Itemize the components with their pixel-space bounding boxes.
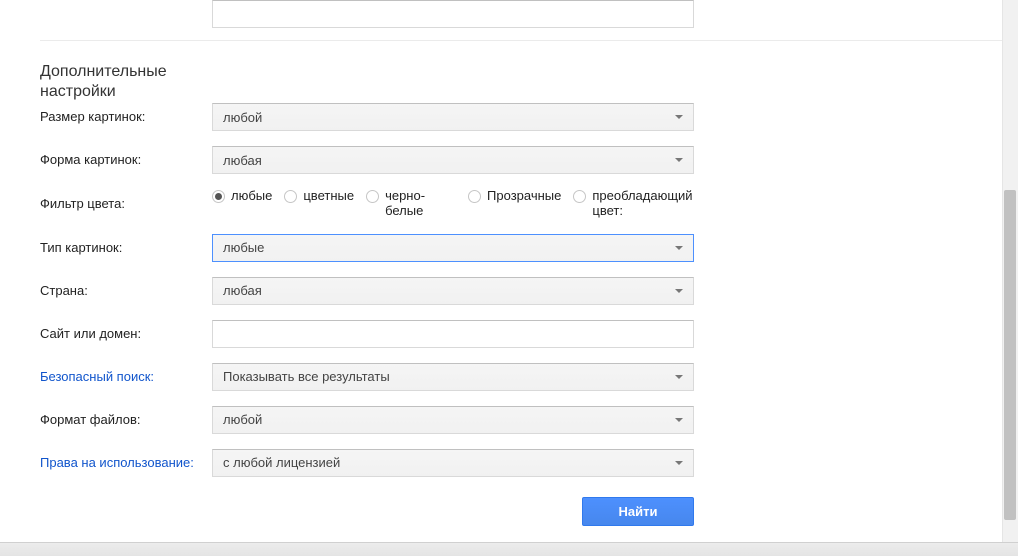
label-country: Страна: — [40, 283, 212, 299]
chevron-down-icon — [675, 418, 683, 422]
row-safesearch: Безопасный поиск: Показывать все результ… — [40, 363, 1002, 391]
row-color-filter: Фильтр цвета: любые цветные черно-белые — [40, 189, 1002, 219]
select-filetype-value: любой — [223, 412, 262, 427]
radio-color-any-label: любые — [231, 189, 272, 204]
label-rights[interactable]: Права на использование: — [40, 455, 212, 471]
radio-color-any[interactable]: любые — [212, 189, 272, 204]
select-image-shape[interactable]: любая — [212, 146, 694, 174]
label-image-shape: Форма картинок: — [40, 152, 212, 168]
previous-field-input[interactable] — [212, 0, 694, 28]
chevron-down-icon — [675, 246, 683, 250]
row-site: Сайт или домен: — [40, 320, 1002, 348]
section-title: Дополнительные настройки — [40, 62, 200, 102]
radio-icon — [284, 190, 297, 203]
label-image-type: Тип картинок: — [40, 240, 212, 256]
chevron-down-icon — [675, 115, 683, 119]
chevron-down-icon — [675, 461, 683, 465]
radio-color-dominant-label: преобладающий цвет: — [592, 189, 702, 219]
input-site[interactable] — [212, 320, 694, 348]
radio-icon — [468, 190, 481, 203]
right-gutter — [1002, 0, 1018, 556]
label-color-filter: Фильтр цвета: — [40, 196, 212, 212]
select-country-value: любая — [223, 283, 262, 298]
chevron-down-icon — [675, 375, 683, 379]
row-image-type: Тип картинок: любые — [40, 234, 1002, 262]
radio-color-color[interactable]: цветные — [284, 189, 354, 204]
select-image-size[interactable]: любой — [212, 103, 694, 131]
radio-color-dominant[interactable]: преобладающий цвет: — [573, 189, 702, 219]
form-rows: Размер картинок: любой Форма картинок: л… — [40, 103, 1002, 526]
label-image-size: Размер картинок: — [40, 109, 212, 125]
radio-icon — [366, 190, 379, 203]
section-title-line2: настройки — [40, 83, 116, 100]
scrollbar-thumb[interactable] — [1004, 190, 1016, 520]
row-country: Страна: любая — [40, 277, 1002, 305]
section-title-line1: Дополнительные — [40, 63, 167, 80]
radio-color-bw-label: черно-белые — [385, 189, 456, 219]
select-image-type[interactable]: любые — [212, 234, 694, 262]
section-divider — [40, 40, 1002, 41]
submit-row: Найти — [40, 497, 1002, 526]
advanced-search-page: Дополнительные настройки Размер картинок… — [0, 0, 1002, 556]
select-image-type-value: любые — [223, 240, 264, 255]
previous-input-row — [212, 0, 694, 28]
select-safesearch[interactable]: Показывать все результаты — [212, 363, 694, 391]
row-image-shape: Форма картинок: любая — [40, 146, 1002, 174]
select-safesearch-value: Показывать все результаты — [223, 369, 390, 384]
radios-color-filter: любые цветные черно-белые Прозрачные — [212, 189, 702, 219]
chevron-down-icon — [675, 158, 683, 162]
label-filetype: Формат файлов: — [40, 412, 212, 428]
select-rights[interactable]: с любой лицензией — [212, 449, 694, 477]
select-filetype[interactable]: любой — [212, 406, 694, 434]
select-country[interactable]: любая — [212, 277, 694, 305]
chevron-down-icon — [675, 289, 683, 293]
row-rights: Права на использование: с любой лицензие… — [40, 449, 1002, 477]
radio-color-transparent[interactable]: Прозрачные — [468, 189, 561, 204]
radio-icon — [573, 190, 586, 203]
radio-color-transparent-label: Прозрачные — [487, 189, 561, 204]
radio-color-bw[interactable]: черно-белые — [366, 189, 456, 219]
row-filetype: Формат файлов: любой — [40, 406, 1002, 434]
select-image-size-value: любой — [223, 110, 262, 125]
bottom-scrollbar-track — [0, 542, 1018, 556]
label-safesearch[interactable]: Безопасный поиск: — [40, 369, 212, 385]
select-rights-value: с любой лицензией — [223, 455, 340, 470]
radio-color-color-label: цветные — [303, 189, 354, 204]
label-site: Сайт или домен: — [40, 326, 212, 342]
row-image-size: Размер картинок: любой — [40, 103, 1002, 131]
select-image-shape-value: любая — [223, 153, 262, 168]
submit-button[interactable]: Найти — [582, 497, 694, 526]
radio-icon — [212, 190, 225, 203]
